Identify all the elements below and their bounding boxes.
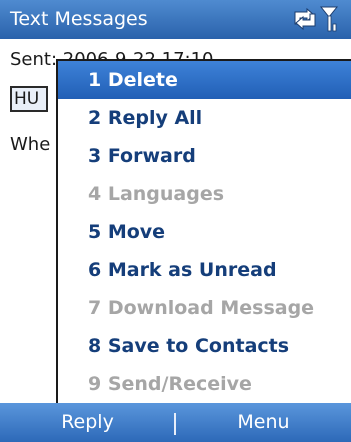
signal-strength-icon <box>319 6 339 32</box>
menu-item-move[interactable]: 5 Move <box>58 213 351 251</box>
menu-item-send-receive: 9 Send/Receive <box>88 373 252 395</box>
right-softkey-menu[interactable]: Menu <box>176 403 351 442</box>
app-title: Text Messages <box>10 8 148 30</box>
menu-item-forward[interactable]: 3 Forward <box>58 137 351 175</box>
context-menu: 1 Delete 2 Reply All 3 Forward 4 Languag… <box>56 59 351 403</box>
title-bar: Text Messages <box>0 0 351 39</box>
sender-chip[interactable]: HU <box>10 86 48 112</box>
menu-item-delete[interactable]: 1 Delete <box>58 61 351 99</box>
menu-item-download-message: 7 Download Message <box>88 297 315 319</box>
menu-item-languages: 4 Languages <box>88 183 225 205</box>
menu-item-reply-all[interactable]: 2 Reply All <box>58 99 351 137</box>
status-icons <box>291 4 341 34</box>
left-softkey-reply[interactable]: Reply <box>0 403 175 442</box>
menu-item-save-to-contacts[interactable]: 8 Save to Contacts <box>58 327 351 365</box>
message-body: Whe <box>10 134 51 155</box>
menu-item-mark-as-unread[interactable]: 6 Mark as Unread <box>58 251 351 289</box>
data-connection-icon <box>294 7 316 31</box>
softkey-bar: Reply Menu <box>0 403 351 442</box>
